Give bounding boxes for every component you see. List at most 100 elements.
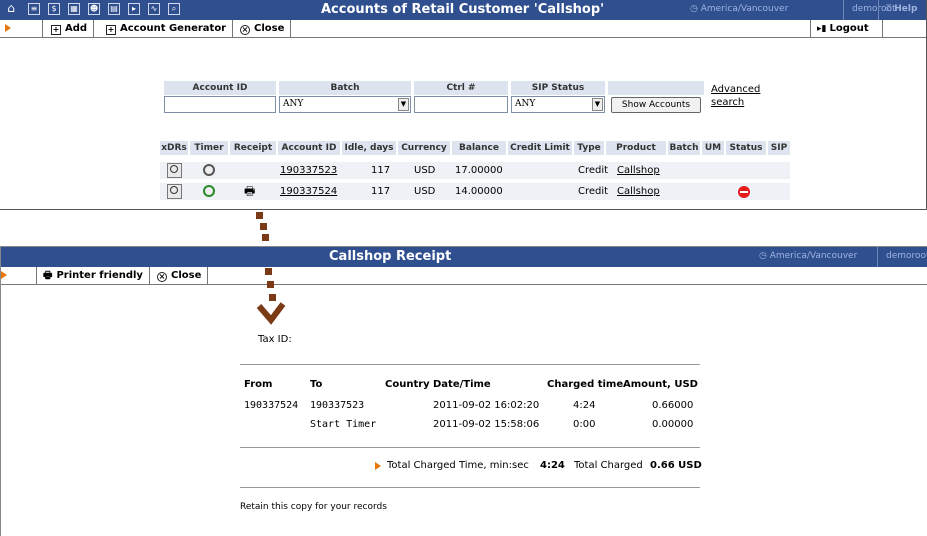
sip-status-header: SIP Status <box>511 81 605 95</box>
arrow-head-icon <box>256 302 286 325</box>
col-credit-limit: Credit Limit <box>508 141 572 155</box>
close-icon: × <box>157 272 167 282</box>
divider <box>240 364 700 365</box>
account-generator-button[interactable]: + Account Generator <box>100 20 234 37</box>
to-value: 190337523 <box>310 400 365 411</box>
currency: USD <box>414 186 436 197</box>
col-batch: Batch <box>668 141 700 155</box>
product-link[interactable]: Callshop <box>617 185 660 199</box>
line-chart-icon[interactable]: ∿ <box>148 3 160 15</box>
chevron-down-icon: ▼ <box>592 98 603 111</box>
batch-header: Batch <box>279 81 411 95</box>
timezone-label[interactable]: ◷ America/Vancouver <box>690 4 788 14</box>
help-link[interactable]: ⍰ Help <box>886 4 917 14</box>
col-um: UM <box>702 141 724 155</box>
col-balance: Balance <box>452 141 506 155</box>
dollar-icon[interactable]: $ <box>48 3 60 15</box>
user-label[interactable]: demoroot <box>886 251 927 261</box>
account-id-input[interactable] <box>164 96 276 113</box>
datetime-value: 2011-09-02 15:58:06 <box>433 419 540 430</box>
toolbar-arrow-icon <box>5 24 11 32</box>
arrow-dot <box>262 234 269 241</box>
col-sip: SIP <box>768 141 790 155</box>
close-button[interactable]: × Close <box>151 267 209 284</box>
idle-days: 117 <box>371 165 391 176</box>
header-spacer <box>608 81 704 95</box>
total-time-label: Total Charged Time, min:sec <box>387 460 529 471</box>
col-receipt: Receipt <box>230 141 276 155</box>
col-product: Product <box>606 141 666 155</box>
advanced-search-link-2[interactable]: search <box>711 97 744 108</box>
xdr-magnifier-icon[interactable] <box>167 163 182 178</box>
plus-icon: + <box>106 25 116 35</box>
from-value: 190337524 <box>244 400 299 411</box>
idle-days: 117 <box>371 186 391 197</box>
page-title: Accounts of Retail Customer 'Callshop' <box>321 2 605 17</box>
timer-clock-icon[interactable] <box>203 164 215 176</box>
batch-select[interactable]: ANY ▼ <box>279 96 411 113</box>
list-icon[interactable]: ≡ <box>28 3 40 15</box>
person-icon[interactable]: ☻ <box>88 3 100 15</box>
amount-value: 0.66000 <box>652 400 694 411</box>
close-button[interactable]: × Close <box>234 20 292 37</box>
logout-button[interactable]: ▸▮ Logout <box>811 20 883 37</box>
sip-status-select[interactable]: ANY ▼ <box>511 96 605 113</box>
receipt-window: Callshop Receipt ◷ America/Vancouver dem… <box>0 246 927 536</box>
toolbar: 🖶 Printer friendly × Close <box>1 267 927 285</box>
col-datetime: Date/Time <box>433 379 491 390</box>
account-id-link[interactable]: 190337524 <box>280 185 337 199</box>
account-id-header: Account ID <box>164 81 276 95</box>
arrow-dot <box>267 281 274 288</box>
arrow-dot <box>265 268 272 275</box>
ctrl-input[interactable] <box>414 96 508 113</box>
product-link[interactable]: Callshop <box>617 164 660 178</box>
toolbar-arrow-icon <box>1 271 7 279</box>
printer-icon[interactable]: 🖶 <box>244 184 255 198</box>
balance: 14.00000 <box>455 186 503 197</box>
close-icon: × <box>240 25 250 35</box>
accounts-window: ⌂ ≡ $ ▦ ☻ ▤ ▸ ∿ ⌕ Accounts of Retail Cus… <box>0 0 927 210</box>
toolbar: + Add + Account Generator × Close ▸▮ Logout <box>0 20 926 38</box>
col-status: Status <box>726 141 766 155</box>
datetime-value: 2011-09-02 16:02:20 <box>433 400 540 411</box>
add-button[interactable]: + Add <box>45 20 95 37</box>
balance: 17.00000 <box>455 165 503 176</box>
tax-id-label: Tax ID: <box>258 334 292 345</box>
printer-friendly-button[interactable]: 🖶 Printer friendly <box>37 267 150 284</box>
xdr-magnifier-icon[interactable] <box>167 184 182 199</box>
type: Credit <box>578 165 609 176</box>
col-xdrs: xDRs <box>160 141 188 155</box>
show-accounts-button[interactable]: Show Accounts <box>611 97 701 113</box>
col-account-id: Account ID <box>278 141 340 155</box>
timer-clock-icon[interactable] <box>203 185 215 197</box>
bullet-arrow-icon <box>375 462 381 470</box>
timezone-label[interactable]: ◷ America/Vancouver <box>759 251 857 261</box>
account-id-link[interactable]: 190337523 <box>280 164 337 178</box>
arrow-icon[interactable]: ▸ <box>128 3 140 15</box>
col-currency: Currency <box>398 141 450 155</box>
amount-value: 0.00000 <box>652 419 694 430</box>
col-timer: Timer <box>190 141 228 155</box>
receipt-title: Callshop Receipt <box>329 249 452 264</box>
col-from: From <box>244 379 273 390</box>
home-icon[interactable]: ⌂ <box>5 2 17 15</box>
total-charged-label: Total Charged <box>574 460 643 471</box>
grid-icon[interactable]: ▦ <box>68 3 80 15</box>
type: Credit <box>578 186 609 197</box>
magnifier-icon[interactable]: ⌕ <box>168 3 180 15</box>
col-amount: Amount, USD <box>623 379 698 390</box>
blocked-status-icon <box>738 186 750 198</box>
retain-note: Retain this copy for your records <box>240 502 387 512</box>
arrow-dot <box>256 212 263 219</box>
divider <box>240 487 700 488</box>
divider <box>240 447 700 448</box>
chart-icon[interactable]: ▤ <box>108 3 120 15</box>
col-idle: Idle, days <box>342 141 396 155</box>
logout-icon: ▸▮ <box>817 24 827 34</box>
chevron-down-icon: ▼ <box>398 98 409 111</box>
arrow-dot <box>260 223 267 230</box>
col-type: Type <box>574 141 604 155</box>
advanced-search-link[interactable]: Advanced <box>711 84 760 95</box>
to-value: Start Timer <box>310 419 377 430</box>
col-to: To <box>310 379 323 390</box>
